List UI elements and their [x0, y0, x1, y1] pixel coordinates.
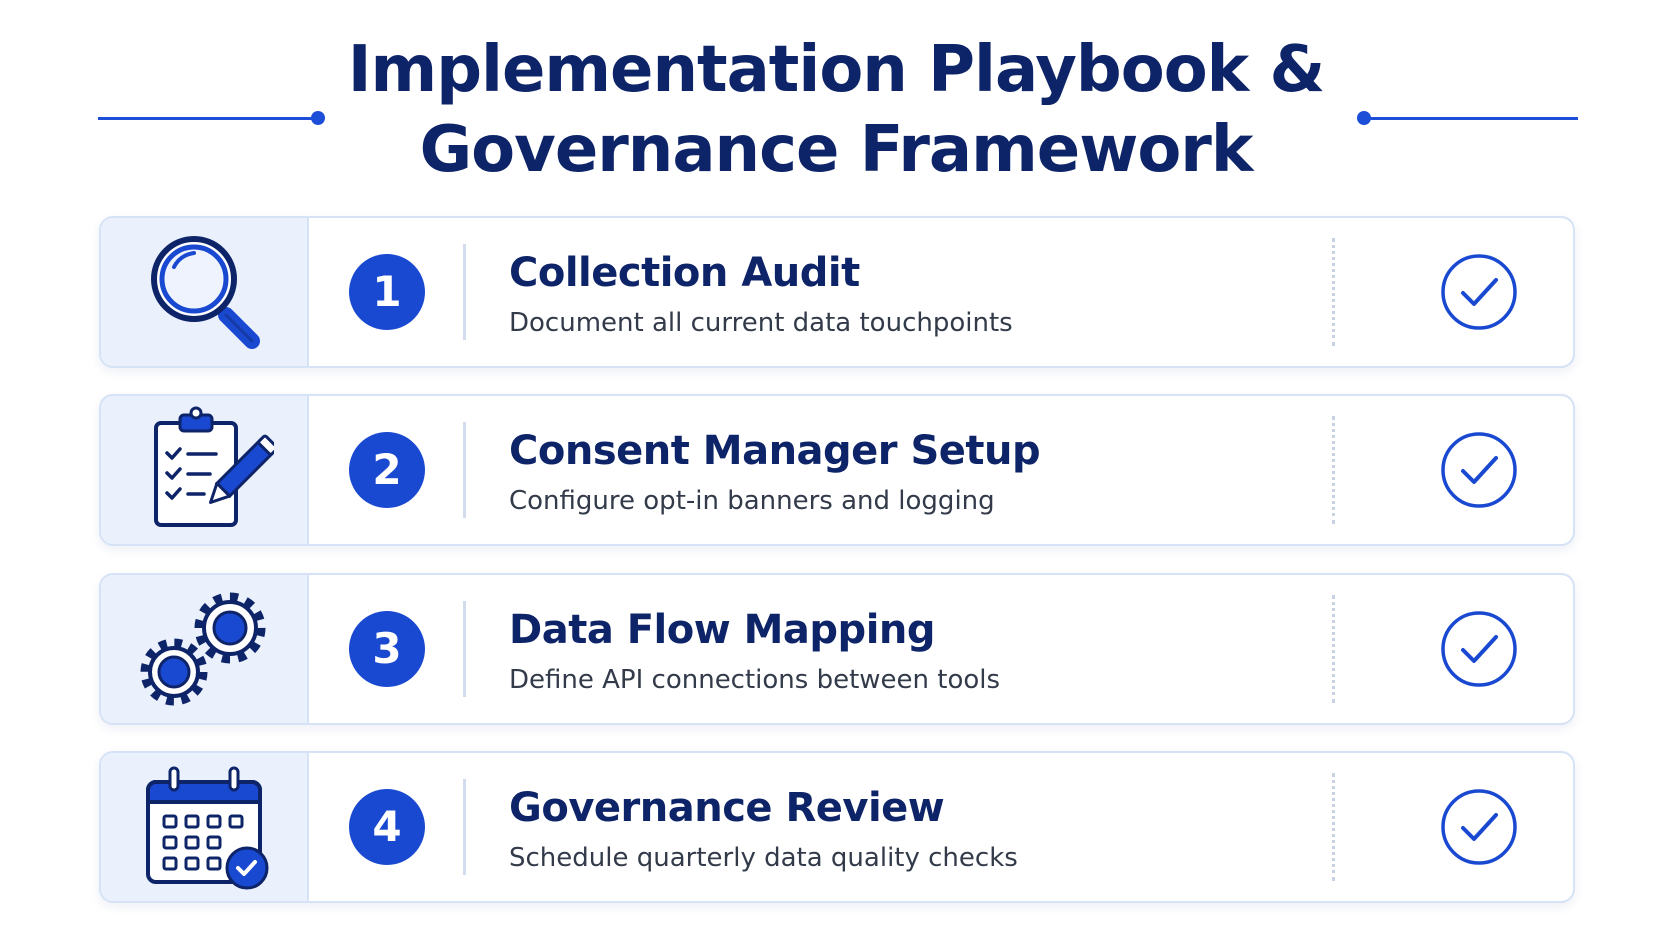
check-circle-icon	[1441, 432, 1517, 508]
gears-icon	[140, 592, 266, 706]
step-number-2: 2	[349, 432, 425, 508]
step-title-1: Collection Audit	[509, 250, 860, 296]
step-description-2: Configure opt-in banners and logging	[509, 486, 995, 516]
step-description-3: Define API connections between tools	[509, 665, 1001, 695]
step-card-2: 2 Consent Manager Setup Configure opt-in…	[99, 394, 1575, 546]
title-line-2: Governance Framework	[419, 113, 1254, 187]
step-card-1: 1 Collection Audit Document all current …	[99, 216, 1575, 368]
title-rule-right	[1364, 117, 1578, 120]
step-number-4: 4	[349, 789, 425, 865]
title-rule-left-dot	[311, 111, 325, 125]
step-icon-box-3	[101, 575, 309, 723]
step-icon-box-4	[101, 753, 309, 901]
magnifying-glass-icon	[151, 236, 260, 349]
check-circle-icon	[1441, 789, 1517, 865]
step-number-3: 3	[349, 611, 425, 687]
title-rule-right-dot	[1357, 111, 1371, 125]
step-divider-3	[463, 601, 466, 697]
step-divider-4	[463, 779, 466, 875]
step-icon-box-1	[101, 218, 309, 366]
step-dotted-divider-3	[1332, 595, 1335, 703]
step-description-4: Schedule quarterly data quality checks	[509, 843, 1018, 873]
step-dotted-divider-4	[1332, 773, 1335, 881]
check-circle-icon	[1441, 254, 1517, 330]
step-title-4: Governance Review	[509, 785, 945, 831]
step-dotted-divider-2	[1332, 416, 1335, 524]
step-dotted-divider-1	[1332, 238, 1335, 346]
calendar-check-icon	[146, 766, 269, 890]
clipboard-checklist-icon	[154, 406, 274, 527]
step-card-4: 4 Governance Review Schedule quarterly d…	[99, 751, 1575, 903]
page-title: Implementation Playbook & Governance Fra…	[0, 30, 1672, 190]
step-title-2: Consent Manager Setup	[509, 428, 1041, 474]
check-circle-icon	[1441, 611, 1517, 687]
step-title-3: Data Flow Mapping	[509, 607, 936, 653]
step-number-1: 1	[349, 254, 425, 330]
step-card-3: 3 Data Flow Mapping Define API connectio…	[99, 573, 1575, 725]
step-divider-2	[463, 422, 466, 518]
step-description-1: Document all current data touchpoints	[509, 308, 1013, 338]
title-line-1: Implementation Playbook &	[347, 33, 1326, 107]
step-divider-1	[463, 244, 466, 340]
step-icon-box-2	[101, 396, 309, 544]
title-rule-left	[98, 117, 318, 120]
